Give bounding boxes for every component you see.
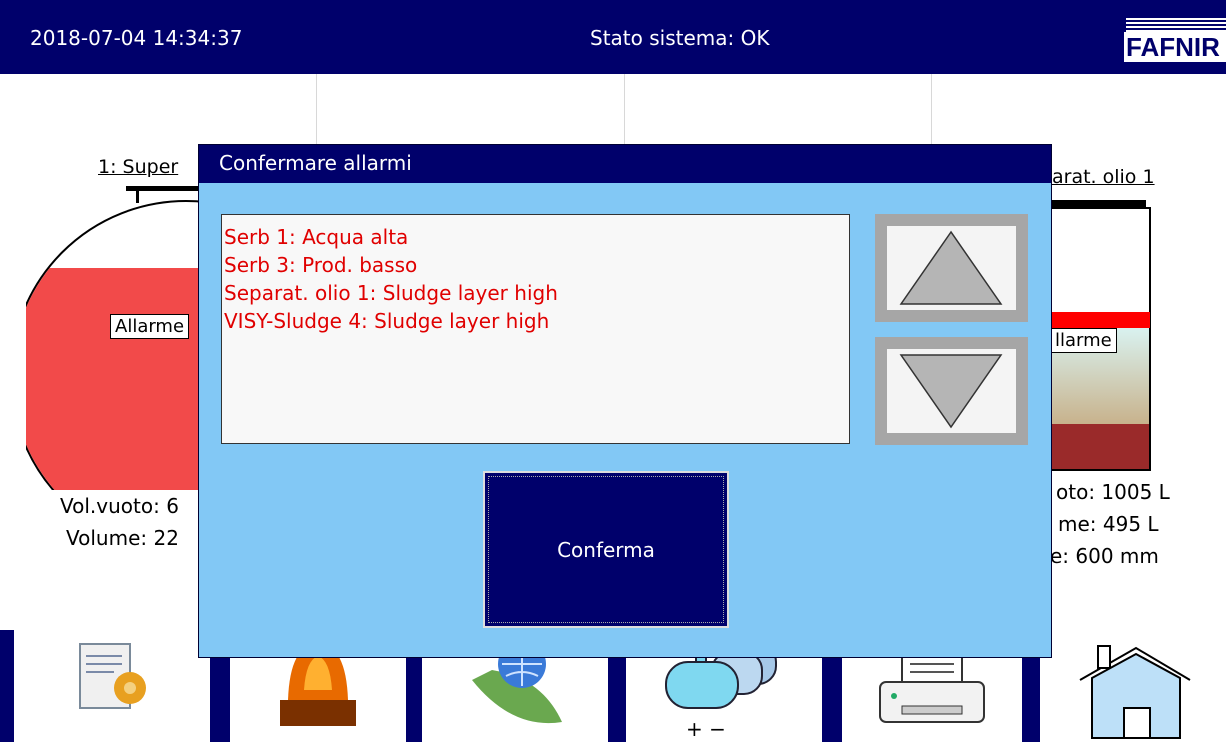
tank-1-label[interactable]: 1: Super [98, 156, 178, 178]
fafnir-logo: FAFNIR [1124, 18, 1226, 62]
separator-1-level: e: 600 mm [1050, 544, 1159, 568]
tank-1-empty-volume: Vol.vuoto: 6 [60, 494, 179, 518]
scroll-down-button[interactable] [875, 337, 1028, 445]
scroll-up-button[interactable] [875, 214, 1028, 322]
logo-text: FAFNIR [1124, 32, 1226, 62]
toolbar-button-home[interactable] [1040, 630, 1226, 742]
triangle-up-icon [899, 230, 1003, 305]
separator-1-volume: me: 495 L [1058, 512, 1159, 536]
separator-1-empty-volume: oto: 1005 L [1056, 480, 1170, 504]
datetime: 2018-07-04 14:34:37 [30, 26, 243, 50]
system-status: Stato sistema: OK [590, 26, 770, 50]
document-gear-icon [79, 643, 146, 709]
tank-1-volume: Volume: 22 [66, 526, 179, 550]
alarm-list[interactable]: Serb 1: Acqua alta Serb 3: Prod. basso S… [221, 214, 850, 444]
dialog-title: Confermare allarmi [199, 145, 1051, 183]
triangle-down-icon [899, 354, 1003, 429]
alarm-item[interactable]: VISY-Sludge 4: Sludge layer high [224, 307, 847, 335]
separator-1-label[interactable]: arat. olio 1 [1052, 166, 1155, 188]
home-icon [1079, 645, 1191, 739]
toolbar-button-settings[interactable] [14, 630, 210, 742]
svg-text:+ −: + − [686, 717, 726, 741]
confirm-button[interactable]: Conferma [483, 471, 729, 628]
tank-1-alarm-tag: Allarme [110, 314, 190, 339]
alarm-item[interactable]: Separat. olio 1: Sludge layer high [224, 279, 847, 307]
alarm-item[interactable]: Serb 3: Prod. basso [224, 251, 847, 279]
separator-1-alarm-tag: llarme [1050, 328, 1117, 353]
top-bar: 2018-07-04 14:34:37 Stato sistema: OK FA… [0, 0, 1226, 74]
confirm-alarms-dialog: Confermare allarmi Serb 1: Acqua alta Se… [198, 144, 1052, 658]
alarm-item[interactable]: Serb 1: Acqua alta [224, 223, 847, 251]
